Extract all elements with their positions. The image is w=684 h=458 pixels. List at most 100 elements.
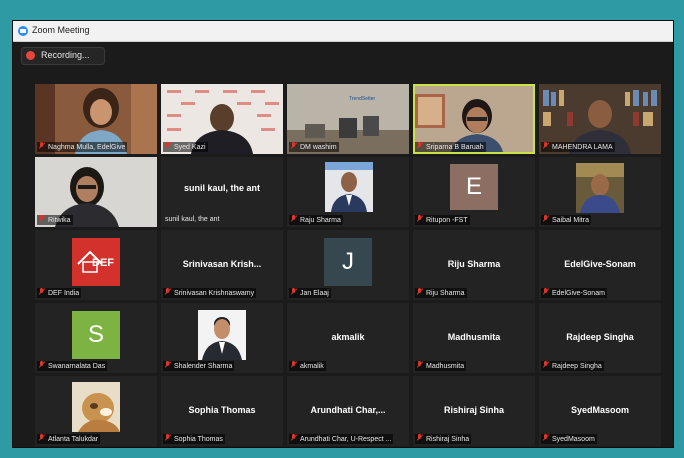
- participant-photo: [576, 163, 624, 213]
- participant-photo: [198, 310, 246, 360]
- zoom-window: Zoom Meeting Recording... Naghma Mulla, …: [12, 20, 674, 448]
- muted-mic-icon: [291, 288, 297, 296]
- participant-name-label: Jan Elaaj: [289, 288, 331, 298]
- participant-tile-raju-sharma[interactable]: Raju Sharma: [287, 157, 409, 227]
- recording-label: Recording...: [41, 50, 90, 60]
- participant-tile-rajdeep[interactable]: Rajdeep Singha Rajdeep Singha: [539, 303, 661, 373]
- participant-name-label: Naghma Mulla, EdelGive: [37, 142, 128, 152]
- participant-display-name: Sophia Thomas: [188, 405, 256, 415]
- participant-name-label: Sophia Thomas: [163, 434, 225, 444]
- participant-tile-sophia-thomas[interactable]: Sophia Thomas Sophia Thomas: [161, 376, 283, 446]
- muted-mic-icon: [165, 288, 171, 296]
- muted-mic-icon: [291, 434, 297, 442]
- participant-name-label: Shalender Sharma: [163, 361, 235, 371]
- participant-tile-edelgive-sonam[interactable]: EdelGive-Sonam EdelGive-Sonam: [539, 230, 661, 300]
- participant-name-label: Madhusmita: [415, 361, 467, 371]
- muted-mic-icon: [543, 434, 549, 442]
- participant-tile-sunil-kaul[interactable]: sunil kaul, the ant sunil kaul, the ant: [161, 157, 283, 227]
- participant-name-label: Saibal Mitra: [541, 215, 591, 225]
- participant-avatar: S: [72, 311, 120, 359]
- gallery-grid: Naghma Mulla, EdelGive Syed Kazi TrendSe…: [35, 84, 663, 446]
- muted-mic-icon: [291, 361, 297, 369]
- participant-name-label: Sriparna B Baruah: [415, 142, 486, 152]
- participant-name-label: Riju Sharma: [415, 288, 467, 298]
- participant-tile-syedmasoom[interactable]: SyedMasoom SyedMasoom: [539, 376, 661, 446]
- participant-photo: [72, 382, 120, 432]
- participant-display-name: sunil kaul, the ant: [183, 183, 260, 193]
- participant-display-name: akmalik: [331, 332, 365, 342]
- muted-mic-icon: [417, 215, 423, 223]
- participant-name-label: Atlanta Talukdar: [37, 434, 101, 444]
- def-logo: DEF: [72, 238, 120, 286]
- muted-mic-icon: [291, 215, 297, 223]
- def-logo-text: DEF: [92, 257, 114, 269]
- participant-tile-rishiraj[interactable]: Rishiraj Sinha Rishiraj Sinha: [413, 376, 535, 446]
- participant-tile-arundhati[interactable]: Arundhati Char,... Arundhati Char, U-Res…: [287, 376, 409, 446]
- participant-tile-def-india[interactable]: DEF DEF India: [35, 230, 157, 300]
- participant-display-name: Madhusmita: [447, 332, 501, 342]
- muted-mic-icon: [165, 434, 171, 442]
- muted-mic-icon: [543, 142, 549, 150]
- participant-name-label: DM washim: [289, 142, 339, 152]
- participant-name-label: Rishiraj Sinha: [415, 434, 472, 444]
- participant-name-label: Swanarnalata Das: [37, 361, 108, 371]
- muted-mic-icon: [291, 142, 297, 150]
- muted-mic-icon: [39, 142, 45, 150]
- participant-tile-shalender[interactable]: Shalender Sharma: [161, 303, 283, 373]
- participant-tile-mahendra[interactable]: MAHENDRA LAMA: [539, 84, 661, 154]
- participant-tile-ritwika[interactable]: Ritwika: [35, 157, 157, 227]
- participant-name-label: Raju Sharma: [289, 215, 343, 225]
- participant-display-name: Rajdeep Singha: [566, 332, 634, 342]
- participant-tile-madhusmita[interactable]: Madhusmita Madhusmita: [413, 303, 535, 373]
- muted-mic-icon: [39, 288, 45, 296]
- participant-tile-atlanta[interactable]: Atlanta Talukdar: [35, 376, 157, 446]
- participant-tile-dm-washim[interactable]: TrendSetter DM washim: [287, 84, 409, 154]
- participant-tile-syed-kazi[interactable]: Syed Kazi: [161, 84, 283, 154]
- zoom-logo-icon: [18, 26, 28, 36]
- muted-mic-icon: [417, 142, 423, 150]
- participant-name-label: Ritupon -FST: [415, 215, 470, 225]
- participant-display-name: SyedMasoom: [570, 405, 630, 415]
- muted-mic-icon: [543, 288, 549, 296]
- participant-avatar: E: [450, 164, 498, 210]
- participant-tile-naghma[interactable]: Naghma Mulla, EdelGive: [35, 84, 157, 154]
- muted-mic-icon: [39, 215, 45, 223]
- participant-photo: [325, 162, 373, 212]
- participant-tile-sriparna[interactable]: Sriparna B Baruah: [413, 84, 535, 154]
- participant-display-name: Rishiraj Sinha: [443, 405, 505, 415]
- title-bar: Zoom Meeting: [13, 21, 673, 42]
- muted-mic-icon: [165, 361, 171, 369]
- participant-name-label: Rajdeep Singha: [541, 361, 604, 371]
- recording-icon: [26, 51, 35, 60]
- participant-tile-riju-sharma[interactable]: Riju Sharma Riju Sharma: [413, 230, 535, 300]
- participant-tile-saibal-mitra[interactable]: Saibal Mitra: [539, 157, 661, 227]
- participant-name-label: SyedMasoom: [541, 434, 597, 444]
- participant-name-label: Arundhati Char, U-Respect ...: [289, 434, 394, 444]
- wall-sign-text: TrendSetter: [349, 96, 376, 102]
- participant-name-label: Syed Kazi: [163, 142, 208, 152]
- participant-display-name: Srinivasan Krish...: [182, 259, 262, 269]
- muted-mic-icon: [39, 434, 45, 442]
- participant-display-name: Arundhati Char,...: [310, 405, 386, 415]
- muted-mic-icon: [165, 142, 171, 150]
- participant-name-label: akmalik: [289, 361, 326, 371]
- participant-tile-swanarnalata[interactable]: S Swanarnalata Das: [35, 303, 157, 373]
- participant-avatar: J: [324, 238, 372, 286]
- muted-mic-icon: [543, 215, 549, 223]
- window-title: Zoom Meeting: [32, 25, 90, 35]
- participant-name-label: EdelGive-Sonam: [541, 288, 607, 298]
- participant-tile-srinivasan[interactable]: Srinivasan Krish... Srinivasan Krishnasw…: [161, 230, 283, 300]
- muted-mic-icon: [417, 361, 423, 369]
- muted-mic-icon: [39, 361, 45, 369]
- participant-name-label: Srinivasan Krishnaswamy: [163, 288, 257, 298]
- participant-tile-akmalik[interactable]: akmalik akmalik: [287, 303, 409, 373]
- muted-mic-icon: [417, 288, 423, 296]
- muted-mic-icon: [543, 361, 549, 369]
- participant-name-label: sunil kaul, the ant: [165, 216, 220, 223]
- muted-mic-icon: [417, 434, 423, 442]
- participant-display-name: Riju Sharma: [447, 259, 501, 269]
- participant-tile-jan-elaaj[interactable]: J Jan Elaaj: [287, 230, 409, 300]
- participant-name-label: DEF India: [37, 288, 82, 298]
- recording-indicator[interactable]: Recording...: [21, 47, 105, 65]
- participant-tile-ritupon[interactable]: E Ritupon -FST: [413, 157, 535, 227]
